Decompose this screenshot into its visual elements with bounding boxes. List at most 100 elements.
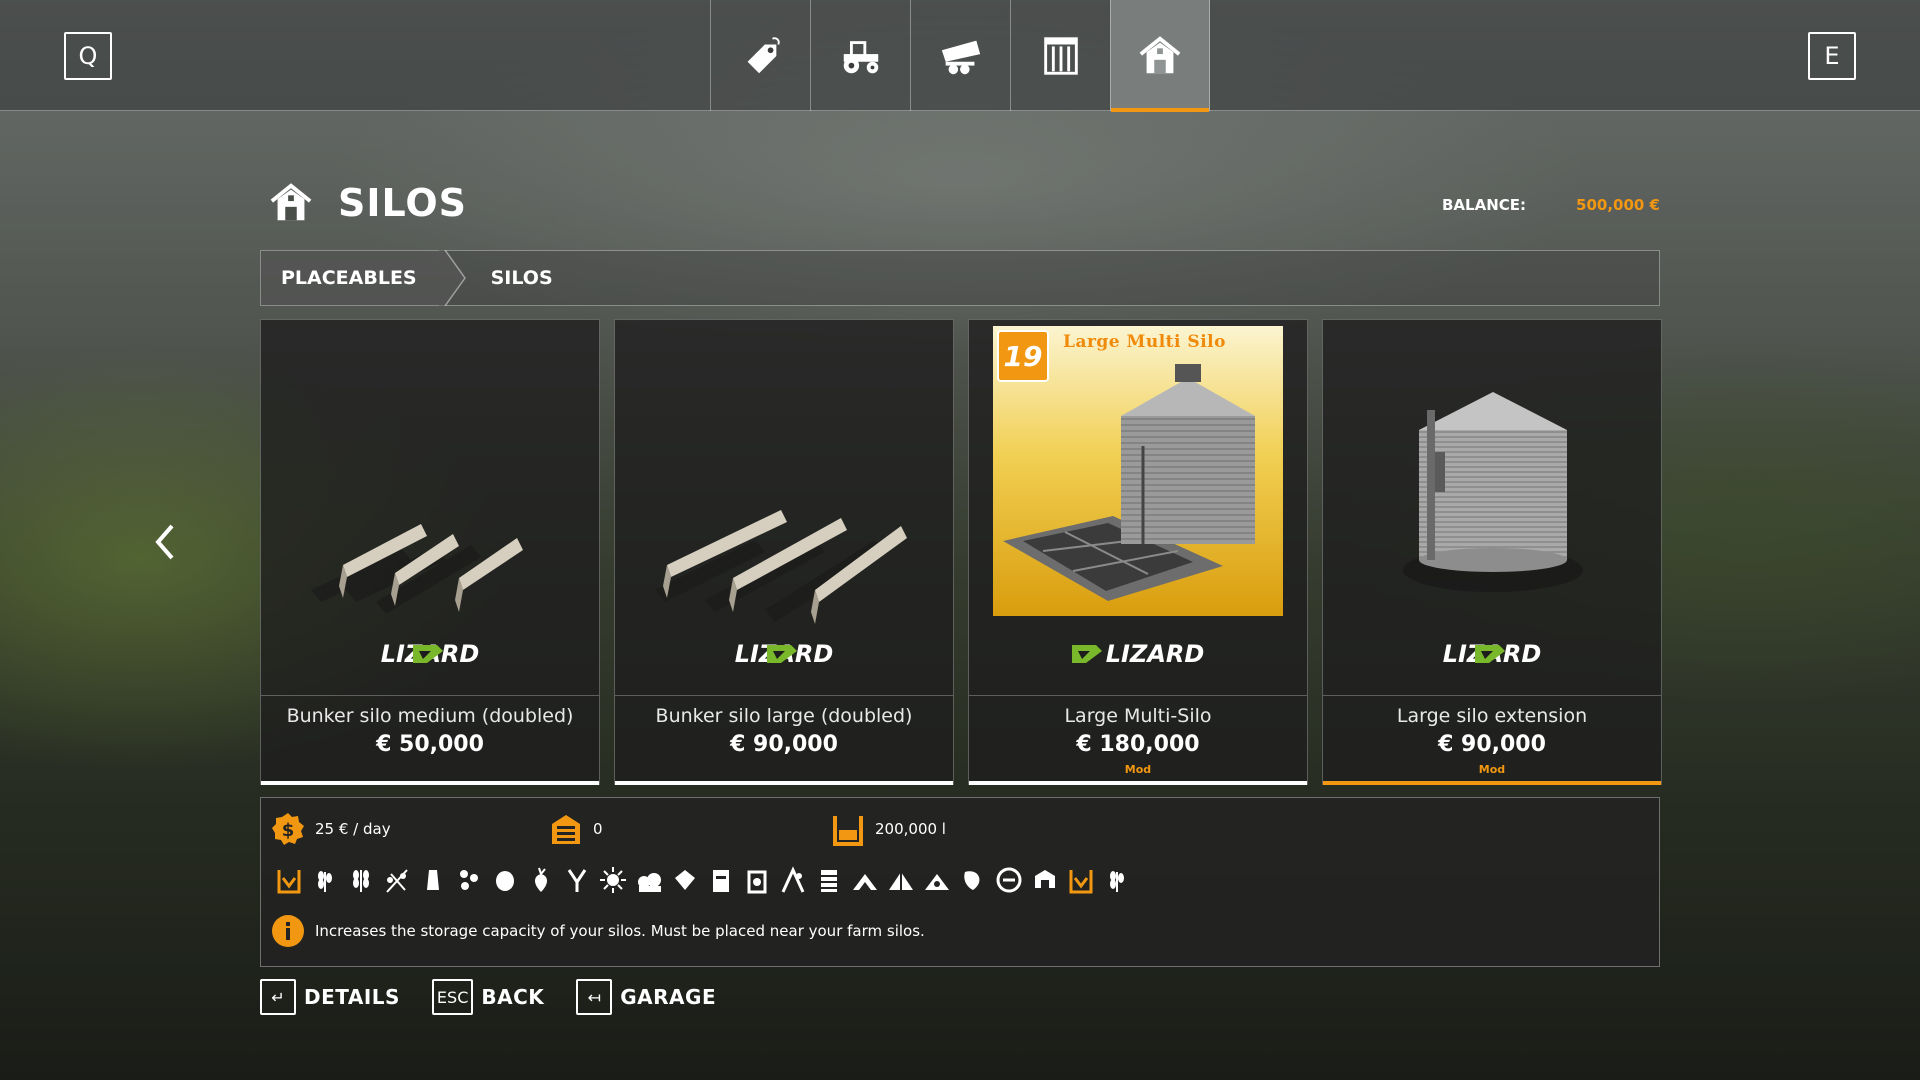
item-card[interactable]: LIZARD Bunker silo large (doubled) € 90,… [614,319,954,785]
brand-name: LIZARD [1105,640,1205,668]
income-stat: 0 [549,812,603,846]
hay-icon [955,862,991,898]
balance-value: 500,000 € [1576,196,1660,214]
description-text: Increases the storage capacity of your s… [315,922,925,940]
item-price: € 50,000 [376,732,484,757]
soybean-icon [559,862,595,898]
item-details-panel: $ 25 € / day 0 200,000 l Increases the s… [260,797,1660,967]
back-label: BACK [481,985,545,1009]
item-name: Large Multi-Silo [1064,705,1212,727]
corn-icon [847,862,883,898]
item-name: Bunker silo medium (doubled) [286,705,574,727]
tab-placeables[interactable] [1110,0,1210,112]
svg-text:$: $ [282,820,295,841]
tractor-icon [843,40,878,73]
oat-icon [379,862,415,898]
upkeep-value: 25 € / day [315,820,391,838]
barley-icon [343,862,379,898]
fertilizer-icon [775,862,811,898]
lizard-logo-icon [767,645,797,663]
sorghum-icon [451,862,487,898]
bale-icon [1063,862,1099,898]
card-underline [615,781,953,785]
silo-icon [271,862,307,898]
potato-icon [487,862,523,898]
price-tag-icon [747,36,780,73]
item-card[interactable]: LIZARD Bunker silo medium (doubled) € 50… [260,319,600,785]
tab-sales[interactable] [710,0,810,111]
silage-icon [919,862,955,898]
balance-label: BALANCE: [1441,196,1527,214]
bunker-walls-image [655,510,907,624]
item-name: Bunker silo large (doubled) [655,705,913,727]
round-silo-image [1403,392,1583,592]
tab-objects[interactable] [1010,0,1110,111]
greenhouse-icon [1099,862,1135,898]
top-bar: Q E [0,0,1920,112]
chevron-left-icon[interactable] [150,522,180,562]
item-price: € 180,000 [1076,732,1200,757]
item-card[interactable]: 19 Large Multi Silo LIZARD Large Multi-S… [968,319,1308,785]
item-price: € 90,000 [730,732,838,757]
card-underline [969,781,1307,785]
tab-vehicles[interactable] [810,0,910,111]
sugarbeet-icon [523,862,559,898]
pallet-icon [1043,36,1078,75]
canola-icon [415,862,451,898]
manure-icon [1027,862,1063,898]
details-button[interactable]: ↵ DETAILS [260,979,400,1015]
breadcrumb-placeables[interactable]: PLACEABLES [261,251,439,305]
back-button[interactable]: ESC BACK [431,979,545,1015]
mod-label: Mod [1124,763,1152,776]
straw-icon [811,862,847,898]
shop-icon [552,815,580,844]
capacity-stat: 200,000 l [831,812,946,846]
upkeep-stat: $ 25 € / day [271,812,391,846]
barn-icon [1139,35,1181,73]
card-divider [615,695,953,696]
card-underline [261,781,599,785]
chevron-right-icon [438,250,466,306]
enter-key-icon: ↵ [260,979,296,1015]
silo-illustration [1003,364,1255,601]
barn-icon [270,183,312,221]
card-divider [969,695,1307,696]
description: Increases the storage capacity of your s… [271,914,925,948]
seeds-icon [739,862,775,898]
capacity-icon [833,816,863,846]
forage-icon [991,862,1027,898]
fill-type-list [271,862,1135,898]
details-label: DETAILS [304,985,400,1009]
footer-actions: ↵ DETAILS ESC BACK ↤ GARAGE [260,979,748,1015]
wood-chips-icon [883,862,919,898]
balance: BALANCE: 500,000 € [1442,196,1660,214]
brand-logo: LIZARD [261,640,599,668]
prev-category-key[interactable]: Q [64,32,112,80]
next-category-key[interactable]: E [1808,32,1856,80]
trailer-icon [941,40,980,74]
tab-tools[interactable] [910,0,1010,111]
brand-logo: LIZARD [969,640,1307,668]
breadcrumb-silos[interactable]: SILOS [469,251,553,305]
item-card-selected[interactable]: LIZARD Large silo extension € 90,000 Mod [1322,319,1662,785]
item-price: € 90,000 [1438,732,1546,757]
page-title: SILOS [338,181,468,225]
garage-label: GARAGE [620,985,717,1009]
money-icon: $ [272,813,304,845]
wheat-icon [307,862,343,898]
bunker-walls-image [311,524,523,614]
income-value: 0 [593,820,603,838]
info-icon [272,915,304,947]
garage-button[interactable]: ↤ GARAGE [576,979,716,1015]
capacity-value: 200,000 l [875,820,946,838]
cotton-icon [631,862,667,898]
item-image: LIZARD [1323,320,1661,695]
mod-label: Mod [1478,763,1506,776]
lizard-logo-icon [413,645,443,663]
breadcrumb: PLACEABLES SILOS [260,250,1660,306]
card-underline [1323,781,1661,785]
card-divider [1323,695,1661,696]
lizard-logo-icon [1475,645,1505,663]
item-name: Large silo extension [1396,705,1588,727]
item-image: LIZARD [615,320,953,695]
